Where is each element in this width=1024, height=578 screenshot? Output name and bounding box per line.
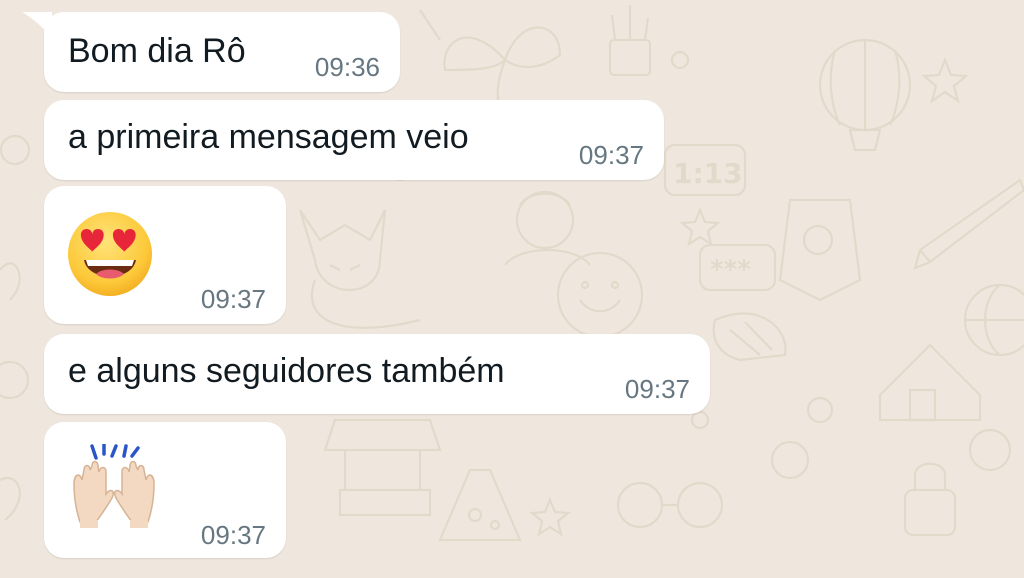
message-timestamp: 09:37 xyxy=(200,520,266,550)
message-timestamp: 09:36 xyxy=(314,52,380,82)
heart-eyes-emoji-icon xyxy=(68,212,152,296)
message-text: a primeira mensagem veio xyxy=(68,118,469,156)
message-text: Bom dia Rô xyxy=(68,32,246,70)
message-timestamp: 09:37 xyxy=(624,374,690,404)
message-bubble[interactable]: Bom dia Rô 09:36 xyxy=(44,12,400,92)
message-bubble[interactable]: a primeira mensagem veio 09:37 xyxy=(44,100,664,180)
raising-hands-emoji-icon xyxy=(73,444,155,528)
bubble-tail-icon xyxy=(68,24,69,25)
message-bubble[interactable]: 09:37 xyxy=(44,422,286,558)
message-list: Bom dia Rô 09:36 a primeira mensagem vei… xyxy=(0,0,1024,578)
message-timestamp: 09:37 xyxy=(578,140,644,170)
bubble-tail-icon xyxy=(22,12,52,38)
message-bubble[interactable]: 09:37 xyxy=(44,186,286,324)
message-bubble[interactable]: e alguns seguidores também 09:37 xyxy=(44,334,710,414)
message-timestamp: 09:37 xyxy=(200,284,266,314)
message-text: e alguns seguidores também xyxy=(68,352,505,390)
